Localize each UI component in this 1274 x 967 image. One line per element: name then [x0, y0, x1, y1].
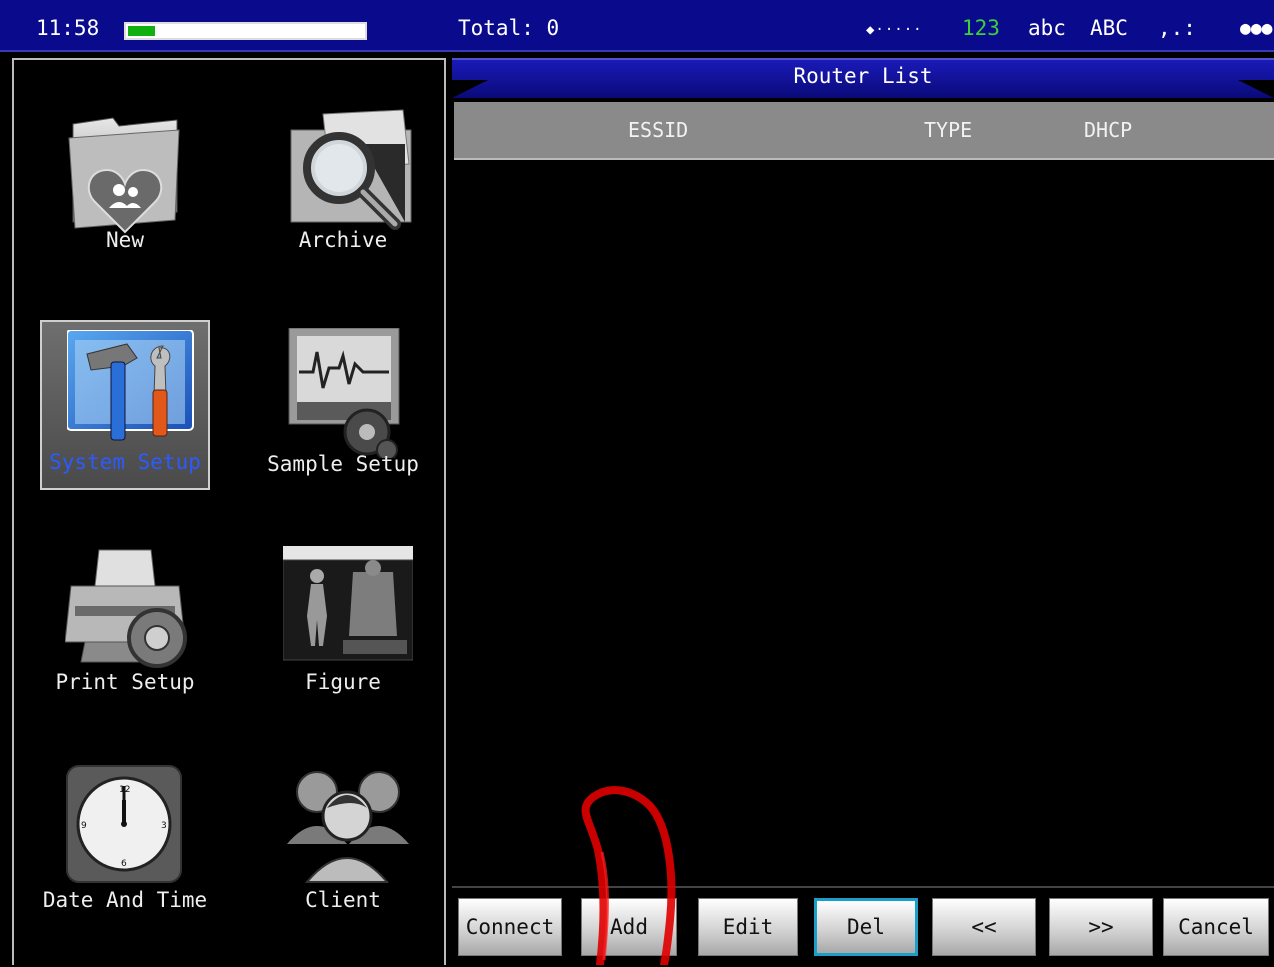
menu-item-sample-setup[interactable]: Sample Setup — [258, 320, 428, 490]
connect-button[interactable]: Connect — [458, 898, 562, 956]
client-users-icon — [287, 771, 409, 883]
battery-indicator — [124, 22, 367, 40]
clock-icon: 12 3 6 9 — [66, 765, 182, 883]
clock-time: 11:58 — [36, 16, 100, 40]
status-bar: 11:58 Total: 0 ◆····· 123 abc ABC ,.: ●●… — [0, 0, 1274, 52]
menu-item-date-and-time[interactable]: 12 3 6 9 Date And Time — [40, 756, 210, 926]
cancel-button[interactable]: Cancel — [1163, 898, 1269, 956]
svg-text:3: 3 — [161, 821, 167, 831]
menu-item-new[interactable]: New — [40, 96, 210, 266]
menu-item-label: Sample Setup — [267, 452, 419, 476]
delete-button[interactable]: Del — [814, 898, 918, 956]
total-count: Total: 0 — [458, 16, 560, 40]
figure-body-icon — [283, 546, 413, 661]
menu-item-client[interactable]: Client — [258, 756, 428, 926]
router-list-titlebar: Router List — [452, 58, 1274, 98]
input-mode-numeric[interactable]: 123 — [962, 16, 1000, 40]
menu-item-label: Client — [305, 888, 381, 912]
router-table-header: ESSID TYPE DHCP — [454, 102, 1274, 160]
input-mode-punctuation[interactable]: ,.: — [1158, 16, 1196, 40]
printer-gear-icon — [65, 549, 187, 668]
new-record-folder-icon — [68, 117, 180, 234]
column-header-essid[interactable]: ESSID — [628, 118, 688, 142]
svg-text:12: 12 — [119, 785, 130, 795]
menu-item-label: Archive — [298, 228, 388, 252]
svg-text:6: 6 — [121, 859, 127, 869]
router-list-body[interactable] — [454, 160, 1274, 880]
menu-item-label: New — [106, 228, 144, 252]
archive-search-icon — [290, 109, 412, 230]
input-mode-more[interactable]: ●●● — [1240, 18, 1273, 39]
menu-item-figure[interactable]: Figure — [258, 538, 428, 708]
menu-item-label: Print Setup — [55, 670, 195, 694]
battery-fill — [128, 26, 155, 36]
red-scribble-annotation — [581, 786, 676, 965]
menu-item-system-setup[interactable]: System Setup — [40, 320, 210, 490]
svg-text:9: 9 — [81, 821, 87, 831]
input-mode-uppercase[interactable]: ABC — [1090, 16, 1128, 40]
menu-item-label: System Setup — [49, 450, 201, 474]
edit-button[interactable]: Edit — [698, 898, 798, 956]
menu-item-archive[interactable]: Archive — [258, 96, 428, 266]
menu-item-print-setup[interactable]: Print Setup — [40, 538, 210, 708]
panel-title: Router List — [793, 64, 933, 88]
menu-item-label: Figure — [305, 670, 381, 694]
previous-page-button[interactable]: << — [932, 898, 1036, 956]
column-header-type[interactable]: TYPE — [924, 118, 972, 142]
input-mode-dots[interactable]: ◆····· — [866, 22, 923, 38]
system-setup-tools-icon — [67, 330, 194, 441]
main-menu-panel: New Archive System Setup Sample Setup Pr… — [12, 58, 446, 965]
column-header-dhcp[interactable]: DHCP — [1084, 118, 1132, 142]
next-page-button[interactable]: >> — [1049, 898, 1153, 956]
sample-setup-monitor-icon — [288, 328, 400, 458]
menu-item-label: Date And Time — [42, 888, 208, 912]
input-mode-lowercase[interactable]: abc — [1028, 16, 1066, 40]
